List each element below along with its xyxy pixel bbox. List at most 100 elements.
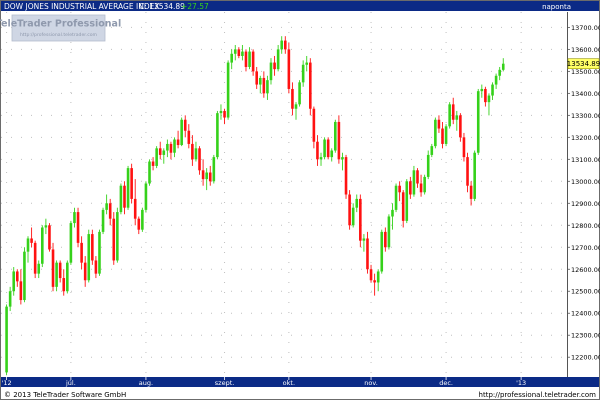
- candle-body: [434, 119, 437, 147]
- candle-body: [430, 146, 434, 155]
- candle-body: [98, 231, 101, 274]
- candle-body: [280, 40, 284, 50]
- candle-body: [326, 139, 330, 158]
- candle-body: [276, 49, 280, 70]
- candle-body: [69, 223, 73, 263]
- candle-body: [41, 227, 44, 264]
- candle-body: [384, 231, 387, 248]
- candle-body: [409, 181, 412, 195]
- candlestick-chart: DOW JONES INDUSTRIAL AVERAGE INDEX C: 13…: [0, 0, 600, 400]
- candle-body: [355, 198, 359, 208]
- candle-down: [348, 190, 351, 230]
- candle-body: [462, 137, 466, 158]
- candle-up: [66, 260, 69, 294]
- candle-body: [487, 95, 491, 103]
- candle-body: [273, 62, 276, 70]
- candle-body: [105, 203, 108, 210]
- candle-up: [55, 260, 58, 292]
- candle-body: [444, 126, 448, 144]
- candle-body: [237, 49, 241, 56]
- candle-body: [312, 108, 316, 142]
- candle-body: [398, 185, 401, 193]
- x-tick-label: nov.: [364, 379, 378, 387]
- candle-up: [473, 150, 476, 202]
- candle-up: [412, 165, 416, 197]
- candle-body: [251, 51, 255, 72]
- chart-title: DOW JONES INDUSTRIAL AVERAGE INDEX: [4, 2, 159, 11]
- x-tick-label: júl.: [65, 379, 76, 387]
- candle-down: [308, 58, 312, 116]
- x-tick-label: okt.: [283, 379, 295, 387]
- candle-down: [76, 207, 80, 248]
- candle-body: [501, 63, 505, 70]
- candle-body: [351, 207, 355, 226]
- candle-up: [212, 154, 216, 184]
- y-tick-label: 12300.00: [571, 332, 600, 340]
- candle-body: [283, 40, 287, 50]
- candle-body: [30, 238, 33, 243]
- candle-body: [48, 225, 51, 250]
- footer-copyright: © 2013 TeleTrader Software GmbH: [4, 391, 126, 399]
- candle-up: [405, 179, 409, 224]
- candle-body: [87, 234, 91, 281]
- candle-body: [301, 64, 305, 83]
- candle-body: [437, 119, 441, 129]
- candle-body: [262, 77, 266, 94]
- candle-body: [416, 170, 419, 184]
- candle-body: [144, 183, 148, 210]
- candle-body: [8, 291, 12, 307]
- candle-body: [116, 212, 119, 261]
- candle-down: [51, 242, 55, 292]
- candle-body: [419, 183, 423, 193]
- candle-down: [337, 115, 341, 164]
- candle-up: [101, 207, 105, 235]
- candle-body: [58, 262, 62, 279]
- candle-body: [123, 185, 126, 208]
- x-tick-label: szept.: [215, 379, 235, 387]
- candle-body: [394, 185, 398, 210]
- x-tick-label: '12: [2, 379, 12, 387]
- candle-up: [155, 146, 158, 169]
- candle-down: [48, 223, 51, 252]
- candle-down: [112, 212, 116, 265]
- y-tick-label: 12400.00: [571, 310, 600, 318]
- y-tick-label: 12200.00: [571, 354, 600, 362]
- candle-body: [44, 225, 48, 228]
- candle-body: [401, 192, 405, 221]
- candle-body: [448, 104, 451, 127]
- candle-body: [176, 139, 180, 146]
- watermark-brand: TeleTrader Professional: [0, 19, 121, 30]
- candle-body: [166, 143, 169, 151]
- candle-body: [337, 121, 341, 160]
- x-tick-label: '13: [516, 379, 526, 387]
- candle-down: [91, 229, 94, 265]
- candle-body: [266, 80, 269, 94]
- y-tick-label: 12500.00: [571, 288, 600, 296]
- candle-body: [459, 115, 462, 138]
- candle-body: [233, 49, 237, 54]
- candle-down: [326, 137, 330, 160]
- y-tick-label: 13500.00: [571, 68, 600, 76]
- y-tick-label: 13000.00: [571, 178, 600, 186]
- candle-body: [305, 62, 309, 65]
- candle-body: [33, 242, 37, 274]
- y-tick-label: 13700.00: [571, 24, 600, 32]
- plot-area: [1, 12, 567, 377]
- candle-body: [194, 148, 198, 160]
- candle-body: [258, 77, 262, 85]
- candle-up: [298, 80, 301, 107]
- candle-body: [94, 260, 98, 274]
- candle-body: [241, 51, 244, 56]
- candle-body: [126, 168, 130, 208]
- x-tick-label: aug.: [139, 379, 153, 387]
- last-close-readout: C: 13534.89: [139, 2, 185, 11]
- candle-body: [15, 271, 19, 282]
- y-tick-label: 13400.00: [571, 90, 600, 98]
- candle-body: [373, 280, 376, 283]
- y-tick-label: 12900.00: [571, 200, 600, 208]
- candle-body: [480, 88, 484, 92]
- candle-body: [133, 198, 137, 219]
- candle-body: [5, 306, 8, 373]
- y-tick-label: 13200.00: [571, 134, 600, 142]
- candle-body: [55, 262, 58, 287]
